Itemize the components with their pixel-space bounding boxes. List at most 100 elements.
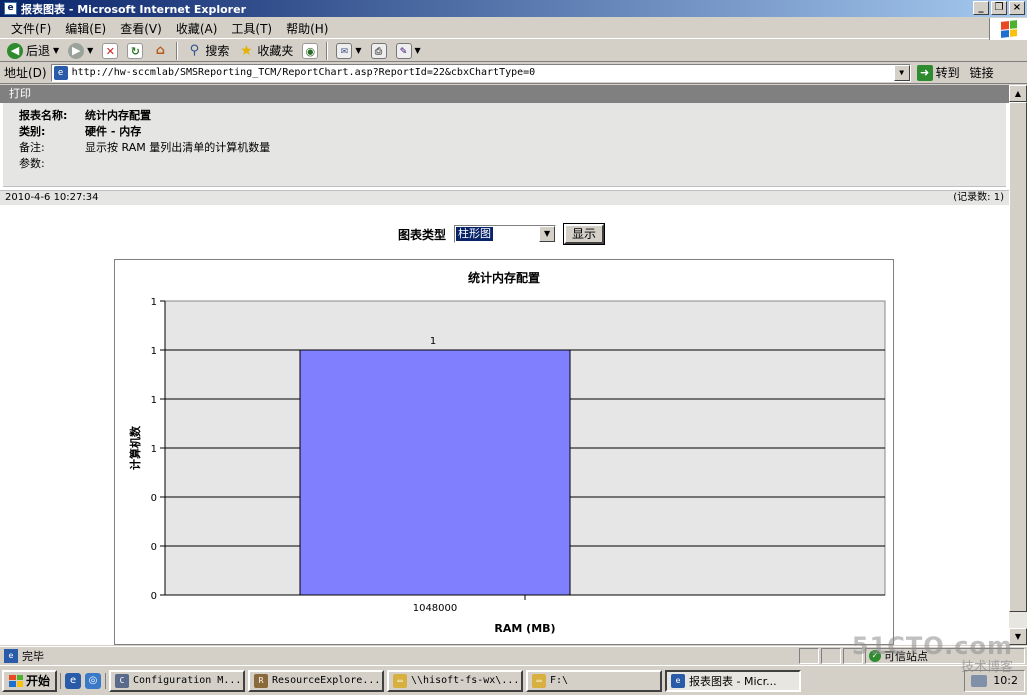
timestamp-bar: 2010-4-6 10:27:34 (记录数: 1) (0, 190, 1009, 205)
back-arrow-icon: ◀ (7, 42, 23, 59)
show-button[interactable]: 显示 (563, 223, 606, 245)
bar-chart: 统计内存配置 0 0 0 1 1 1 1 1 1048000 RAM (MB) 计算机数 (128, 270, 886, 635)
print-link[interactable]: 打印 (0, 85, 1009, 103)
outlook-icon[interactable]: ◎ (85, 672, 102, 689)
printer-icon: ⎙ (370, 42, 387, 59)
scroll-thumb[interactable] (1009, 102, 1027, 612)
standard-toolbar: ◀ 后退 ▼ ▶ ▼ ✕ ↻ ⌂ ⚲ 搜索 ★ 收藏夹 ◉ ✉ ▼ ⎙ ✎ ▼ (0, 40, 1027, 62)
taskbar-item-active[interactable]: e 报表图表 - Micr... (665, 669, 802, 692)
mail-button[interactable]: ✉ ▼ (333, 42, 364, 60)
star-icon: ★ (240, 42, 253, 59)
mail-icon: ✉ (336, 42, 353, 59)
toolbar-separator (176, 41, 179, 60)
report-category-value: 硬件 - 内存 (85, 125, 142, 138)
taskbar-item[interactable]: ▭ \\hisoft-fs-wx\... (387, 669, 524, 692)
refresh-button[interactable]: ↻ (124, 42, 146, 60)
report-params-row: 参数: (19, 155, 990, 171)
media-button[interactable]: ◉ (299, 42, 321, 60)
ie-icon[interactable]: e (65, 672, 82, 689)
stop-button[interactable]: ✕ (99, 42, 121, 60)
folder-icon: ▭ (393, 673, 408, 688)
close-button[interactable]: × (1009, 1, 1025, 15)
page-done-icon: e (4, 648, 18, 663)
address-url[interactable]: http://hw-sccmlab/SMSReporting_TCM/Repor… (72, 67, 536, 78)
menu-view[interactable]: 查看(V) (113, 18, 169, 39)
scroll-up-icon[interactable]: ▲ (1009, 85, 1027, 102)
forward-button[interactable]: ▶ ▼ (65, 42, 96, 60)
report-category-row: 类别: 硬件 - 内存 (19, 123, 990, 139)
report-name-key: 报表名称: (19, 109, 68, 122)
report-name-row: 报表名称: 统计内存配置 (19, 107, 990, 123)
y-tick-label: 1 (151, 297, 157, 308)
y-tick-label: 1 (151, 444, 157, 455)
home-icon: ⌂ (152, 42, 169, 59)
restore-button[interactable]: ❐ (991, 1, 1007, 15)
chart-type-value: 柱形图 (456, 227, 494, 241)
back-dropdown-icon[interactable]: ▼ (53, 46, 59, 55)
mail-dropdown-icon[interactable]: ▼ (355, 46, 361, 55)
start-label: 开始 (26, 674, 51, 688)
scroll-down-icon[interactable]: ▼ (1009, 628, 1027, 645)
report-info: 报表名称: 统计内存配置 类别: 硬件 - 内存 备注: 显示按 RAM 量列出… (3, 103, 1006, 187)
status-cell (799, 647, 819, 664)
forward-dropdown-icon[interactable]: ▼ (87, 46, 93, 55)
minimize-button[interactable]: _ (973, 1, 989, 15)
address-label: 地址(D) (4, 66, 47, 80)
back-button[interactable]: ◀ 后退 ▼ (4, 41, 62, 60)
windows-flag-icon (9, 674, 23, 687)
bar-data-label: 1 (430, 336, 436, 347)
windows-logo (989, 18, 1027, 40)
report-category-key: 类别: (19, 125, 46, 138)
clock: 10:2 (993, 674, 1018, 687)
print-button[interactable]: ⎙ (368, 42, 390, 60)
chart-type-select[interactable]: 柱形图 ▼ (454, 225, 557, 243)
vertical-scrollbar[interactable]: ▲ ▼ (1009, 85, 1027, 645)
address-bar: 地址(D) e http://hw-sccmlab/SMSReporting_T… (0, 62, 1027, 84)
config-manager-icon: C (115, 673, 130, 688)
links-button[interactable]: 链接 (970, 64, 994, 81)
refresh-icon: ↻ (127, 42, 144, 59)
windows-flag-icon (1000, 20, 1017, 38)
zone-label: 可信站点 (884, 649, 928, 663)
search-button[interactable]: ⚲ 搜索 (183, 41, 232, 60)
favorites-label: 收藏夹 (257, 44, 294, 58)
x-tick-label: 1048000 (413, 603, 458, 614)
menu-tools[interactable]: 工具(T) (224, 18, 279, 39)
x-axis-label: RAM (MB) (494, 622, 555, 635)
taskbar-item[interactable]: C Configuration M... (109, 669, 246, 692)
taskbar-item[interactable]: ▭ F:\ (526, 669, 663, 692)
forward-arrow-icon: ▶ (68, 42, 85, 59)
taskbar-item-label: Configuration M... (133, 675, 242, 686)
bar (299, 349, 571, 596)
system-tray: 10:2 (964, 669, 1025, 692)
report-name-value: 统计内存配置 (85, 109, 151, 122)
folder-icon: ▭ (532, 673, 547, 688)
home-button[interactable]: ⌂ (149, 42, 171, 60)
chart-container: 统计内存配置 0 0 0 1 1 1 1 1 1048000 RAM (MB) 计算机数 (114, 259, 894, 645)
taskbar-item[interactable]: R ResourceExplore... (248, 669, 385, 692)
taskbar-item-label: F:\ (550, 675, 569, 686)
window-title: 报表图表 - Microsoft Internet Explorer (21, 2, 246, 16)
security-zone: ✓ 可信站点 (865, 647, 1025, 664)
network-icon[interactable] (971, 674, 988, 687)
toolbar-separator (326, 41, 329, 60)
menu-favorites[interactable]: 收藏(A) (169, 18, 225, 39)
go-button[interactable]: ➜ 转到 (916, 64, 960, 81)
y-tick-label: 0 (151, 542, 157, 553)
edit-button[interactable]: ✎ ▼ (393, 42, 424, 60)
menu-edit[interactable]: 编辑(E) (58, 18, 113, 39)
start-button[interactable]: 开始 (2, 669, 58, 692)
chart-type-label: 图表类型 (398, 227, 447, 242)
menu-file[interactable]: 文件(F) (4, 18, 58, 39)
y-tick-label: 1 (151, 346, 157, 357)
go-arrow-icon: ➜ (916, 64, 933, 81)
address-input[interactable]: e http://hw-sccmlab/SMSReporting_TCM/Rep… (50, 63, 911, 82)
stop-icon: ✕ (102, 42, 119, 59)
menu-help[interactable]: 帮助(H) (279, 18, 335, 39)
favorites-button[interactable]: ★ 收藏夹 (235, 41, 296, 60)
page-icon: e (53, 65, 68, 80)
status-bar: e 完毕 ✓ 可信站点 (0, 646, 1027, 664)
edit-dropdown-icon[interactable]: ▼ (415, 46, 421, 55)
chevron-down-icon[interactable]: ▼ (539, 226, 556, 242)
address-dropdown-icon[interactable]: ▼ (893, 64, 910, 81)
